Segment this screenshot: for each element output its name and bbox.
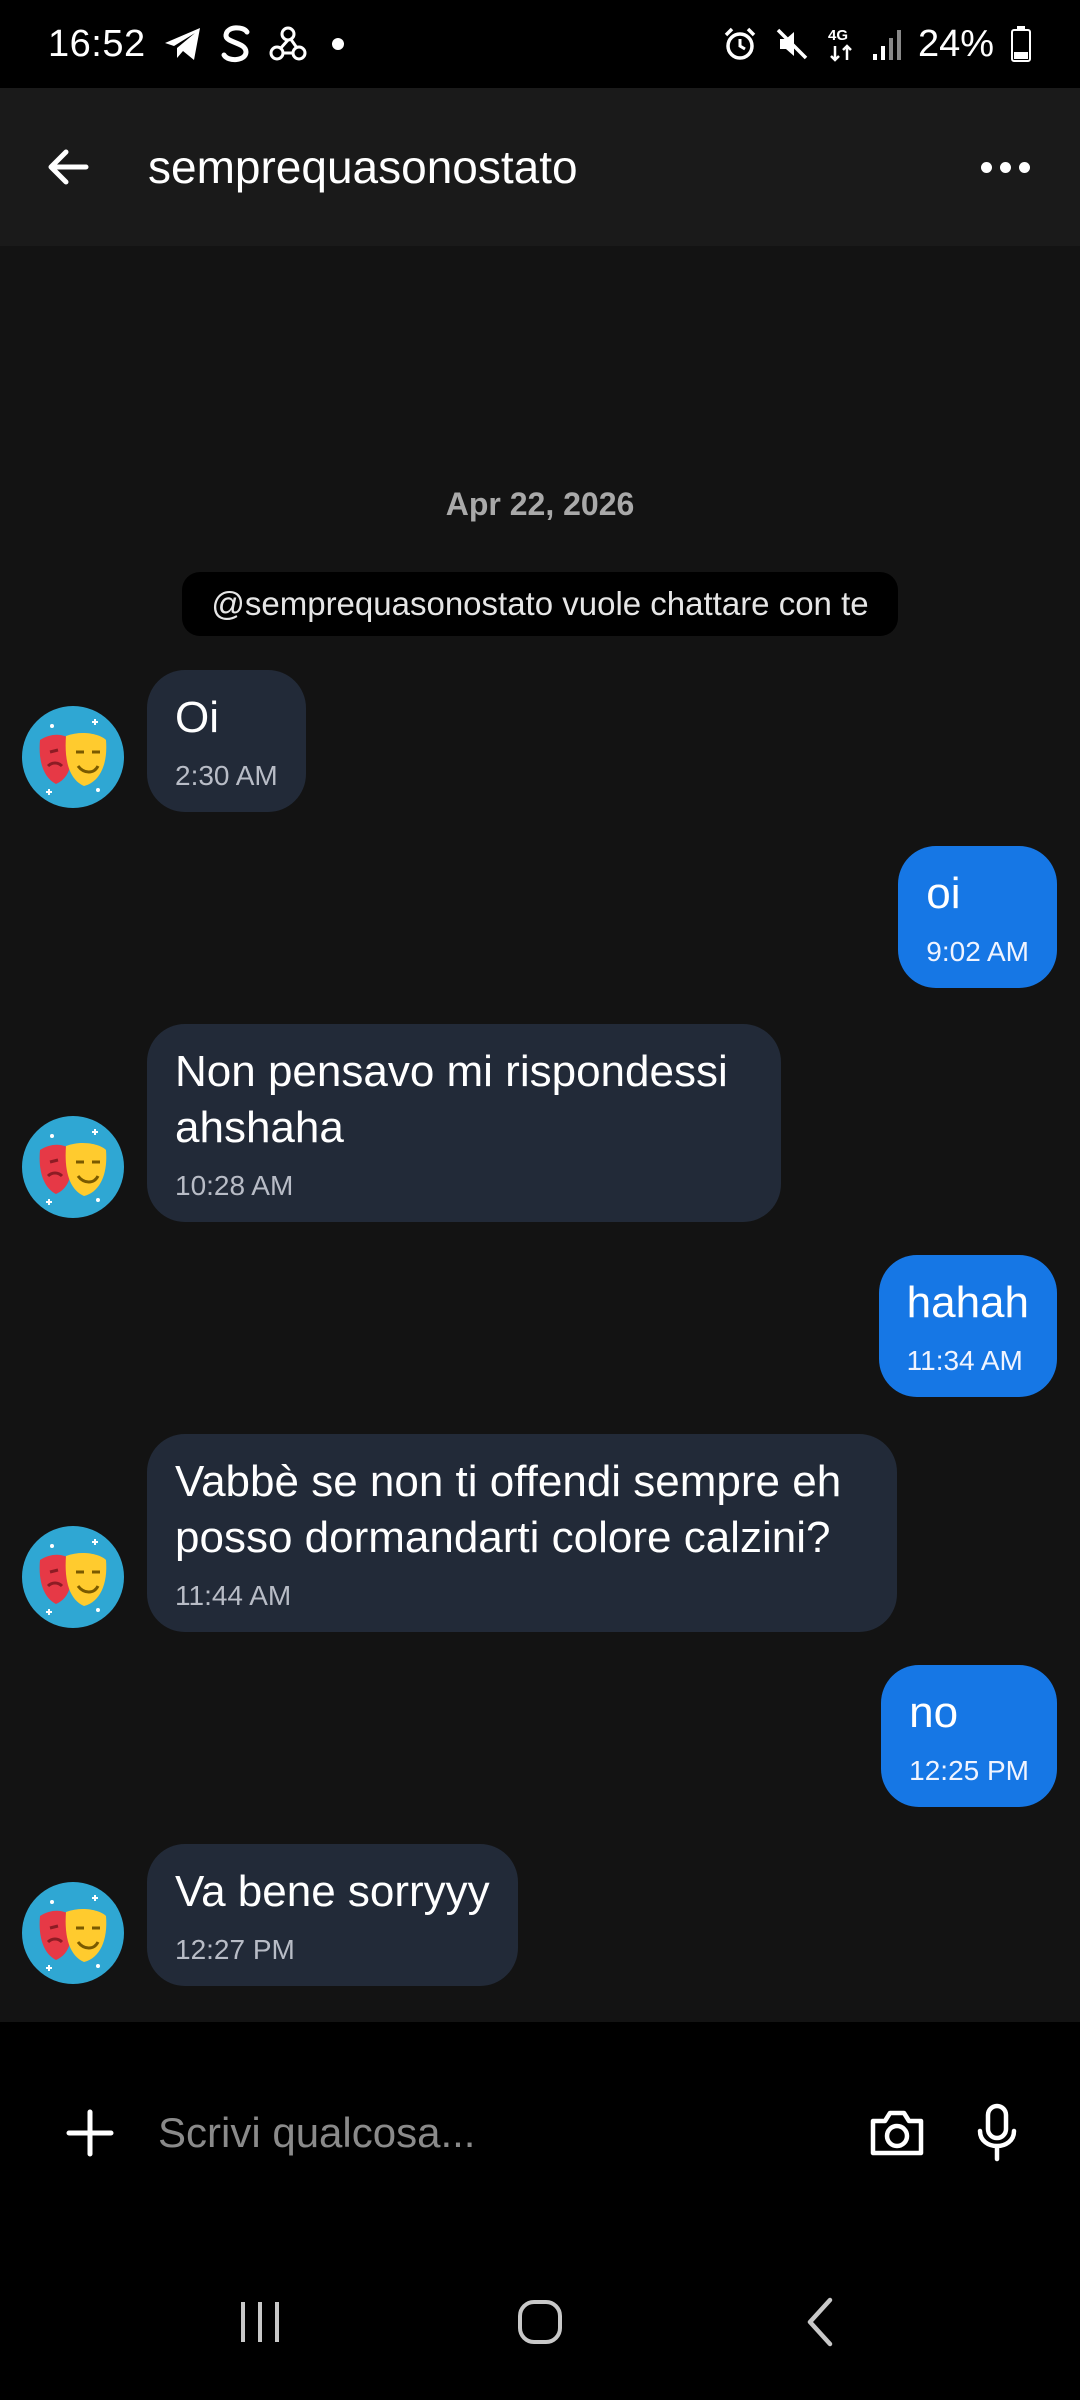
message-text: Oi bbox=[175, 693, 219, 742]
message-text: Vabbè se non ti offendi sempre eh posso … bbox=[175, 1457, 842, 1562]
plus-icon bbox=[66, 2109, 114, 2157]
message-text: Non pensavo mi rispondessi ahshaha bbox=[175, 1047, 728, 1152]
message-time: 10:28 AM bbox=[175, 1170, 294, 1201]
webhook-icon bbox=[268, 22, 308, 66]
message-bubble-incoming[interactable]: Vabbè se non ti offendi sempre eh posso … bbox=[147, 1434, 897, 1632]
message-bubble-outgoing[interactable]: no 12:25 PM bbox=[881, 1665, 1057, 1807]
date-separator: Apr 22, 2026 bbox=[445, 486, 635, 522]
home-button[interactable] bbox=[485, 2282, 595, 2362]
system-nav-bar bbox=[0, 2244, 1080, 2400]
skype-icon bbox=[220, 22, 252, 66]
chat-title[interactable]: semprequasonostato bbox=[148, 140, 970, 194]
message-text: no bbox=[909, 1688, 959, 1737]
notification-dot bbox=[331, 38, 344, 50]
message-bubble-incoming[interactable]: Oi 2:30 AM bbox=[147, 670, 306, 812]
theater-masks-icon bbox=[39, 1539, 107, 1615]
message-input[interactable] bbox=[158, 2109, 864, 2157]
microphone-button[interactable] bbox=[964, 2100, 1030, 2166]
message-time: 2:30 AM bbox=[175, 760, 278, 791]
signal-icon bbox=[872, 22, 902, 66]
theater-masks-icon bbox=[39, 1895, 107, 1971]
status-time: 16:52 bbox=[48, 22, 146, 65]
message-time: 12:25 PM bbox=[909, 1755, 1029, 1786]
status-bar: 16:52 4G 24% bbox=[0, 0, 1080, 88]
message-time: 11:34 AM bbox=[906, 1345, 1023, 1376]
alarm-icon bbox=[722, 22, 758, 66]
avatar[interactable] bbox=[22, 1526, 124, 1628]
recent-apps-icon bbox=[241, 2302, 279, 2342]
message-text: Va bene sorryyy bbox=[175, 1867, 490, 1916]
avatar[interactable] bbox=[22, 1116, 124, 1218]
nav-back-button[interactable] bbox=[765, 2282, 875, 2362]
recent-apps-button[interactable] bbox=[205, 2282, 315, 2362]
back-button[interactable] bbox=[40, 139, 96, 195]
message-time: 11:44 AM bbox=[175, 1580, 292, 1611]
message-time: 9:02 AM bbox=[926, 936, 1029, 967]
message-time: 12:27 PM bbox=[175, 1934, 295, 1965]
mute-icon bbox=[774, 22, 810, 66]
telegram-icon bbox=[162, 22, 204, 66]
more-horizontal-icon bbox=[980, 161, 992, 173]
chat-header: semprequasonostato bbox=[0, 88, 1080, 246]
theater-masks-icon bbox=[39, 719, 107, 795]
attach-button[interactable] bbox=[62, 2105, 118, 2161]
avatar[interactable] bbox=[22, 706, 124, 808]
more-options-button[interactable] bbox=[970, 139, 1040, 195]
home-icon bbox=[518, 2300, 562, 2344]
message-bubble-incoming[interactable]: Non pensavo mi rispondessi ahshaha 10:28… bbox=[147, 1024, 781, 1222]
theater-masks-icon bbox=[39, 1129, 107, 1205]
battery-icon bbox=[1010, 22, 1032, 66]
back-icon bbox=[807, 2297, 833, 2347]
message-bubble-outgoing[interactable]: oi 9:02 AM bbox=[898, 846, 1057, 988]
message-bubble-outgoing[interactable]: hahah 11:34 AM bbox=[878, 1255, 1057, 1397]
message-input-bar bbox=[0, 2022, 1080, 2244]
avatar[interactable] bbox=[22, 1882, 124, 1984]
status-right: 4G 24% bbox=[722, 22, 1032, 66]
arrow-left-icon bbox=[48, 149, 89, 185]
status-left: 16:52 bbox=[48, 22, 344, 66]
camera-icon bbox=[870, 2110, 924, 2156]
chat-area[interactable]: Apr 22, 2026 @semprequasonostato vuole c… bbox=[0, 246, 1080, 2022]
network-4g-icon: 4G bbox=[826, 22, 856, 66]
svg-text:4G: 4G bbox=[828, 27, 848, 44]
battery-percentage: 24% bbox=[917, 22, 994, 65]
system-message: @semprequasonostato vuole chattare con t… bbox=[182, 572, 898, 636]
message-bubble-incoming[interactable]: Va bene sorryyy 12:27 PM bbox=[147, 1844, 518, 1986]
microphone-icon bbox=[977, 2103, 1017, 2162]
camera-button[interactable] bbox=[864, 2100, 930, 2166]
message-text: oi bbox=[926, 869, 961, 918]
message-text: hahah bbox=[906, 1278, 1029, 1327]
